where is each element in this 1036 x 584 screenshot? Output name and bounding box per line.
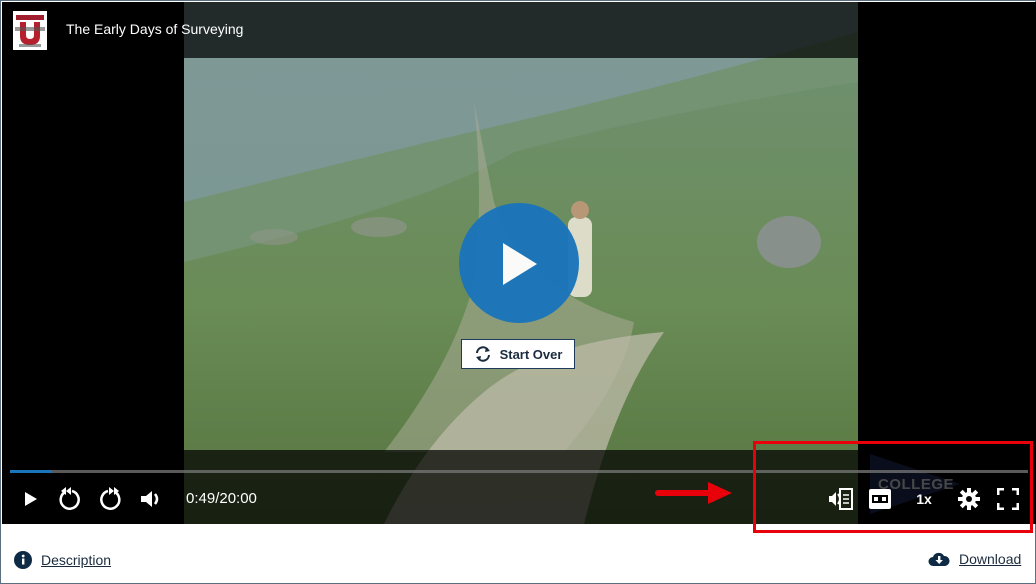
annotation-arrow-icon <box>655 482 732 504</box>
player-frame: The Early Days of Surveying Start Over C… <box>0 0 1036 584</box>
logo <box>13 11 47 50</box>
rewind-10-icon <box>59 487 80 510</box>
download-label: Download <box>959 551 1022 567</box>
rewind-button[interactable] <box>57 486 83 512</box>
cloud-download-icon <box>928 552 950 566</box>
other-u-logo-icon <box>15 14 45 47</box>
progress-fill <box>10 470 52 473</box>
forward-10-icon <box>100 487 121 510</box>
description-link[interactable]: Description <box>14 551 111 569</box>
annotation-highlight-box <box>753 441 1033 533</box>
description-label: Description <box>41 552 112 568</box>
video-title: The Early Days of Surveying <box>66 21 244 37</box>
time-display: 0:49/20:00 <box>186 490 257 507</box>
play-icon <box>503 243 537 285</box>
title-bar: The Early Days of Surveying <box>2 2 858 58</box>
forward-button[interactable] <box>97 486 123 512</box>
restart-icon <box>475 346 490 362</box>
start-over-label: Start Over <box>499 346 563 362</box>
volume-button[interactable] <box>139 486 163 512</box>
volume-icon <box>141 491 159 507</box>
big-play-button[interactable] <box>459 203 579 323</box>
info-icon <box>14 551 32 569</box>
start-over-button[interactable]: Start Over <box>461 339 575 369</box>
play-button[interactable] <box>20 486 42 512</box>
play-icon <box>25 492 37 506</box>
download-link[interactable]: Download <box>928 551 1021 567</box>
